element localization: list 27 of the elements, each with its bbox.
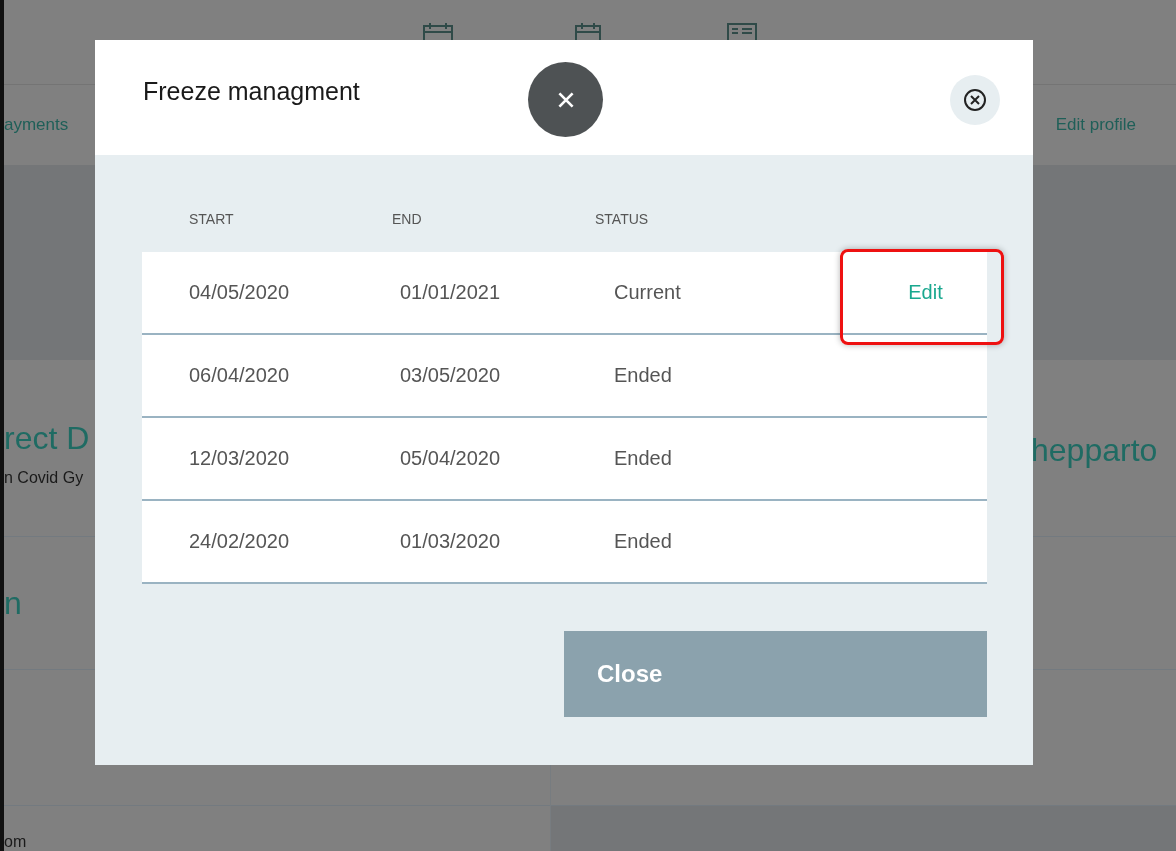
- table-cell-text: Ended: [614, 364, 673, 387]
- table-cell-text: 24/02/2020: [189, 530, 291, 553]
- close-button[interactable]: [950, 75, 1000, 125]
- dialog-title: Freeze managment: [143, 77, 360, 106]
- table-cell-text: Ended: [614, 447, 673, 470]
- column-header: END: [392, 210, 423, 227]
- table-cell-text: 05/04/2020: [400, 447, 502, 470]
- table-cell-text: Ended: [614, 530, 673, 553]
- label: om: [4, 833, 28, 851]
- table-cell-text: 04/05/2020: [189, 281, 291, 304]
- table-cell-text: 12/03/2020: [189, 447, 291, 470]
- subtitle: n Covid Gy: [4, 469, 85, 487]
- heading: rect D: [4, 420, 90, 457]
- table-cell-text: 01/03/2020: [400, 530, 502, 553]
- column-header: STATUS: [595, 210, 650, 227]
- tab[interactable]: Edit profile: [1055, 115, 1136, 135]
- table-cell-text: 01/01/2021: [400, 281, 502, 304]
- close-button[interactable]: Close: [564, 631, 987, 717]
- column-header: START: [189, 210, 235, 227]
- heading: hepparto: [1031, 432, 1158, 469]
- table-cell-text: Current: [614, 281, 682, 304]
- edit-link[interactable]: Edit: [908, 281, 943, 304]
- table-cell-text: 06/04/2020: [189, 364, 291, 387]
- table-cell-text: 03/05/2020: [400, 364, 502, 387]
- heading: n: [4, 584, 22, 622]
- close-icon: [963, 88, 987, 112]
- tab[interactable]: ayments: [4, 115, 69, 135]
